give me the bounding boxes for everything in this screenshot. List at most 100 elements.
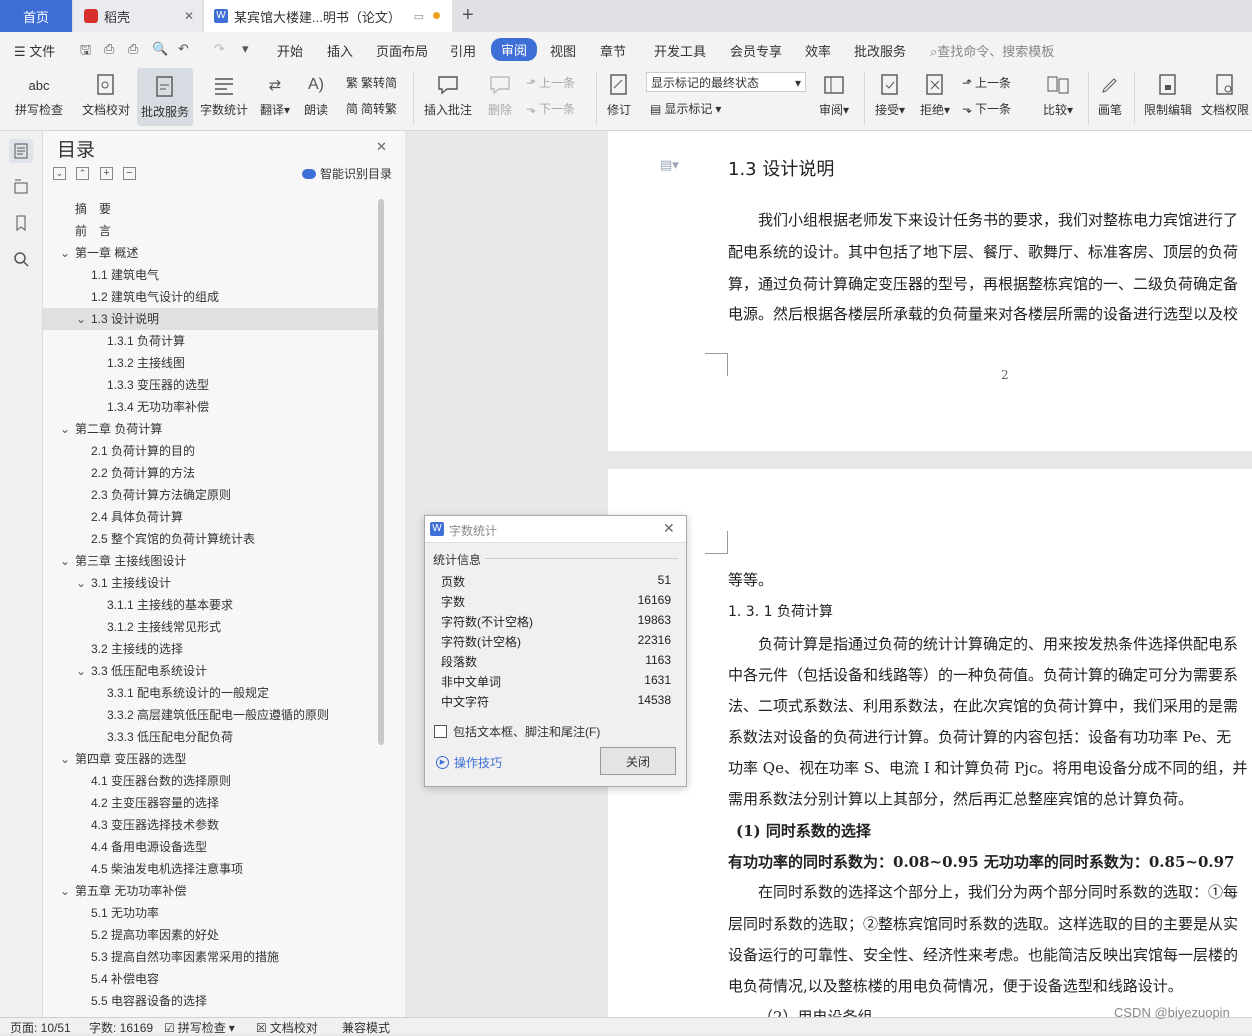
doc-permission-button[interactable]: 文档权限 (1198, 66, 1252, 126)
menu-start[interactable]: 开始 (277, 41, 303, 60)
menu-layout[interactable]: 页面布局 (376, 41, 428, 60)
menu-review[interactable]: 审阅 (491, 38, 538, 61)
save-icon[interactable]: 🖫 (80, 41, 91, 63)
toc-item[interactable]: 5.5 电容器设备的选择 (43, 990, 378, 1012)
toc-item[interactable]: 1.2 建筑电气设计的组成 (43, 286, 378, 308)
toc-item[interactable]: ⌄ 第五章 无功功率补偿 (43, 880, 378, 902)
chevron-down-icon[interactable]: ⌄ (75, 572, 87, 594)
toc-item[interactable]: 2.1 负荷计算的目的 (43, 440, 378, 462)
collapse-all-icon[interactable]: ⌃ (76, 167, 89, 180)
menu-dev-tools[interactable]: 开发工具 (654, 41, 706, 60)
toc-item[interactable]: 前 言 (43, 220, 378, 242)
word-count-indicator[interactable]: 字数: 16169 (89, 1019, 153, 1036)
spell-check-button[interactable]: abc 拼写检查 (8, 66, 70, 126)
ink-button[interactable]: 画笔 (1092, 66, 1128, 126)
toc-scrollbar-thumb[interactable] (378, 199, 384, 745)
bookmark-icon[interactable] (9, 211, 33, 235)
spell-check-status[interactable]: ☑ 拼写检查 ▾ (164, 1019, 235, 1036)
chevron-down-icon[interactable]: ⌄ (59, 880, 71, 902)
toc-item[interactable]: 1.3.2 主接线图 (43, 352, 378, 374)
remove-heading-icon[interactable]: − (123, 167, 136, 180)
expand-all-icon[interactable]: ⌄ (53, 167, 66, 180)
print-preview-icon[interactable]: 🔍 (152, 41, 168, 57)
next-change-button[interactable]: ⬎ 下一条 (962, 100, 1011, 117)
toc-item[interactable]: 2.5 整个宾馆的负荷计算统计表 (43, 528, 378, 550)
menu-references[interactable]: 引用 (450, 41, 476, 60)
toc-item[interactable]: ⌄ 第二章 负荷计算 (43, 418, 378, 440)
menu-chapter[interactable]: 章节 (600, 41, 626, 60)
new-tab-icon[interactable]: + (462, 4, 474, 27)
menu-efficiency[interactable]: 效率 (805, 41, 831, 60)
toc-item[interactable]: 1.1 建筑电气 (43, 264, 378, 286)
toc-item[interactable]: 2.3 负荷计算方法确定原则 (43, 484, 378, 506)
toc-item[interactable]: 4.1 变压器台数的选择原则 (43, 770, 378, 792)
toc-item[interactable]: ⌄ 第一章 概述 (43, 242, 378, 264)
toc-item[interactable]: ⌄ 第四章 变压器的选型 (43, 748, 378, 770)
chevron-down-icon[interactable]: ⌄ (59, 418, 71, 440)
file-menu[interactable]: ☰ 文件 (14, 41, 55, 60)
chevron-down-icon[interactable]: ⌄ (75, 308, 87, 330)
toc-item[interactable]: 2.4 具体负荷计算 (43, 506, 378, 528)
trad-to-simp-button[interactable]: 繁繁转简 (346, 74, 397, 91)
doc-check-button[interactable]: 文档校对 (78, 66, 134, 126)
toc-item[interactable]: 3.3.1 配电系统设计的一般规定 (43, 682, 378, 704)
doc-check-status[interactable]: ☒ 文档校对 (256, 1019, 318, 1036)
toc-item[interactable]: 3.1.1 主接线的基本要求 (43, 594, 378, 616)
paragraph-menu-icon[interactable]: ▤▾ (660, 157, 679, 173)
insert-comment-button[interactable]: 插入批注 (420, 66, 476, 126)
toc-item[interactable]: 4.4 备用电源设备选型 (43, 836, 378, 858)
document-page[interactable]: 等等。 1. 3. 1 负荷计算 负荷计算是指通过负荷的统计计算确定的、用来按发… (608, 469, 1252, 1017)
translate-button[interactable]: ⇄ 翻译▾ (255, 66, 295, 126)
toc-item[interactable]: 3.2 主接线的选择 (43, 638, 378, 660)
reject-button[interactable]: 拒绝▾ (915, 66, 955, 126)
delete-comment-button[interactable]: 删除 (480, 66, 520, 126)
redo-icon[interactable]: ↷ (214, 41, 225, 57)
toc-item[interactable]: 5.3 提高自然功率因素常采用的措施 (43, 946, 378, 968)
toc-item[interactable]: 3.3.3 低压配电分配负荷 (43, 726, 378, 748)
review-service-button[interactable]: 批改服务 (137, 68, 193, 126)
close-button[interactable]: 关闭 (600, 747, 676, 775)
chevron-down-icon[interactable]: ⌄ (59, 242, 71, 264)
toc-item[interactable]: 5.1 无功功率 (43, 902, 378, 924)
monitor-icon[interactable]: ▭ (414, 10, 424, 23)
read-aloud-button[interactable]: A) 朗读 (298, 66, 334, 126)
chevron-down-icon[interactable]: ⌄ (59, 748, 71, 770)
close-icon[interactable]: ✕ (663, 520, 675, 537)
prev-change-button[interactable]: ⬏ 上一条 (962, 74, 1011, 91)
toc-item[interactable]: 5.2 提高功率因素的好处 (43, 924, 378, 946)
undo-icon[interactable]: ↶ (178, 41, 189, 57)
print-icon[interactable]: ⎙ (128, 41, 138, 57)
dialog-titlebar[interactable]: W 字数统计 ✕ (425, 516, 686, 543)
compare-button[interactable]: 比较▾ (1036, 66, 1080, 126)
toc-item[interactable]: ⌄ 3.1 主接线设计 (43, 572, 378, 594)
prev-comment-button[interactable]: ⬏ 上一条 (526, 74, 575, 91)
tab-document[interactable]: W 某宾馆大楼建...明书（论文） ▭ (204, 0, 452, 32)
document-page[interactable]: ▤▾ 1.3 设计说明 我们小组根据老师发下来设计任务书的要求，我们对整栋电力宾… (608, 131, 1252, 451)
quick-access-more-icon[interactable]: ▾ (242, 41, 249, 57)
menu-review-service[interactable]: 批改服务 (854, 41, 906, 60)
toc-item[interactable]: 1.3.4 无功功率补偿 (43, 396, 378, 418)
word-count-button[interactable]: 字数统计 (198, 66, 250, 126)
toc-item[interactable]: 5.4 补偿电容 (43, 968, 378, 990)
search-icon[interactable] (9, 247, 33, 271)
next-comment-button[interactable]: ⬎ 下一条 (526, 100, 575, 117)
menu-insert[interactable]: 插入 (327, 41, 353, 60)
toc-item[interactable]: 3.3.2 高层建筑低压配电一般应遵循的原则 (43, 704, 378, 726)
markup-mode-select[interactable]: 显示标记的最终状态 ▾ (646, 72, 806, 92)
toc-item[interactable]: ⌄ 1.3 设计说明 (43, 308, 378, 330)
tab-home[interactable]: 首页 (0, 0, 72, 32)
add-heading-icon[interactable]: + (100, 167, 113, 180)
toc-item[interactable]: 1.3.3 变压器的选型 (43, 374, 378, 396)
toc-item[interactable]: 摘 要 (43, 198, 378, 220)
simp-to-trad-button[interactable]: 简简转繁 (346, 100, 397, 117)
menu-view[interactable]: 视图 (550, 41, 576, 60)
restrict-edit-button[interactable]: 限制编辑 (1140, 66, 1196, 126)
close-icon[interactable]: ✕ (184, 9, 194, 23)
chevron-down-icon[interactable]: ⌄ (59, 550, 71, 572)
toc-item[interactable]: 4.5 柴油发电机选择注意事项 (43, 858, 378, 880)
toc-item[interactable]: 4.2 主变压器容量的选择 (43, 792, 378, 814)
close-icon[interactable]: ✕ (376, 139, 387, 155)
show-markup-button[interactable]: ▤ 显示标记 ▾ (650, 100, 721, 117)
accept-button[interactable]: 接受▾ (870, 66, 910, 126)
page-indicator[interactable]: 页面: 10/51 (10, 1019, 71, 1036)
